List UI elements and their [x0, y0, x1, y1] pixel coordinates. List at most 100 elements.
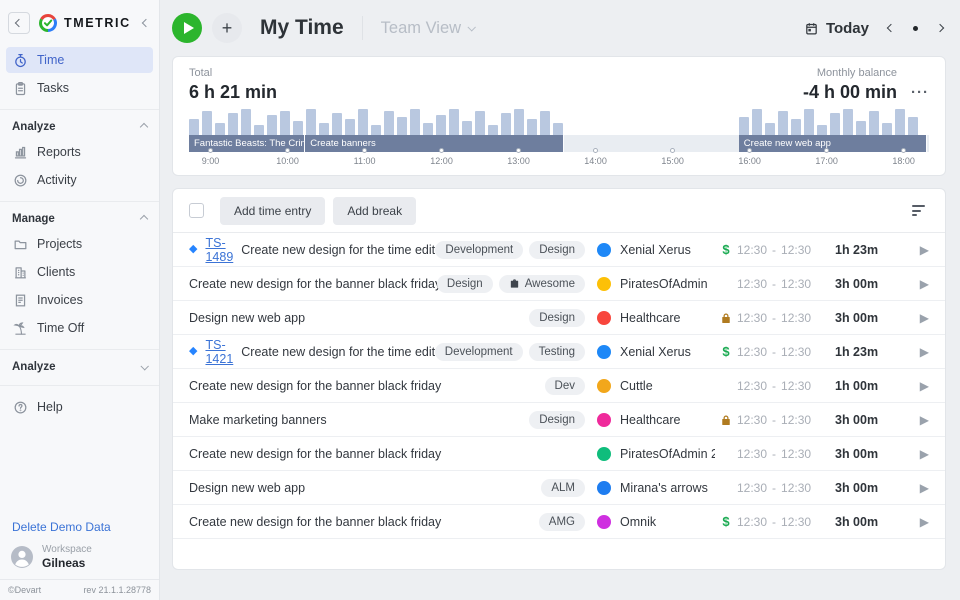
summary-menu-button[interactable]: ··· [911, 84, 929, 103]
sidebar-collapse-button[interactable] [139, 16, 153, 30]
row-play-button[interactable]: ▶ [899, 379, 929, 393]
sidebar-item-time-off[interactable]: Time Off [6, 315, 153, 341]
time-entry-row[interactable]: Create new design for the banner black f… [173, 505, 945, 539]
time-entry-row[interactable]: ◆TS-1421Create new design for the time e… [173, 335, 945, 369]
sidebar-item-activity[interactable]: Activity [6, 167, 153, 193]
end-time: 12:30 [781, 447, 811, 461]
row-play-button[interactable]: ▶ [899, 515, 929, 529]
timeline-task-segment[interactable]: Create new web app [739, 135, 928, 152]
section-header-analyze[interactable]: Analyze [0, 117, 159, 138]
activity-bar [254, 125, 264, 135]
sidebar-item-invoices[interactable]: Invoices [6, 287, 153, 313]
tag-pill[interactable]: Testing [529, 343, 585, 361]
project-cell[interactable]: PiratesOfAdmin [597, 277, 715, 291]
sort-button[interactable] [908, 201, 929, 220]
tag-pill[interactable]: Development [435, 241, 523, 259]
sidebar-item-tasks[interactable]: Tasks [6, 75, 153, 101]
next-day-button[interactable] [934, 22, 946, 34]
tag-pill[interactable]: Design [437, 275, 493, 293]
sidebar-item-reports[interactable]: Reports [6, 139, 153, 165]
delete-demo-data-link[interactable]: Delete Demo Data [0, 516, 159, 542]
project-cell[interactable]: Healthcare [597, 311, 715, 325]
row-play-button[interactable]: ▶ [899, 311, 929, 325]
sidebar-item-projects[interactable]: Projects [6, 231, 153, 257]
project-cell[interactable]: Omnik [597, 515, 715, 529]
add-time-entry-button[interactable]: Add time entry [220, 197, 325, 225]
project-cell[interactable]: PiratesOfAdmin 2 [597, 447, 715, 461]
section-header-analyze-2[interactable]: Analyze [0, 357, 159, 378]
time-range[interactable]: 12:30-12:30 [737, 447, 829, 461]
select-all-checkbox[interactable] [189, 203, 204, 218]
sidebar-item-time[interactable]: Time [6, 47, 153, 73]
row-play-button[interactable]: ▶ [899, 413, 929, 427]
tag-pill[interactable]: Development [435, 343, 523, 361]
sidebar-item-help[interactable]: Help [6, 394, 153, 420]
time-range[interactable]: 12:30-12:30 [737, 481, 829, 495]
end-time: 12:30 [781, 379, 811, 393]
tag-pill[interactable]: Design [529, 411, 585, 429]
tag-pill[interactable]: ALM [541, 479, 585, 497]
entry-meta: ALMMirana's arrows12:30-12:303h 00m▶ [541, 479, 929, 497]
entry-meta: PiratesOfAdmin 212:30-12:303h 00m▶ [585, 447, 929, 461]
time-dash: - [772, 413, 776, 427]
time-range[interactable]: 12:30-12:30 [737, 515, 829, 529]
time-entry-row[interactable]: ◆TS-1489Create new design for the time e… [173, 233, 945, 267]
row-play-button[interactable]: ▶ [899, 447, 929, 461]
time-range[interactable]: 12:30-12:30 [737, 379, 829, 393]
time-entry-row[interactable]: Create new design for the banner black f… [173, 369, 945, 403]
section-header-manage[interactable]: Manage [0, 209, 159, 230]
add-entry-plus-button[interactable]: + [212, 13, 242, 43]
section-title: Analyze [12, 121, 55, 133]
tag-pill[interactable]: Design [529, 309, 585, 327]
avatar [10, 545, 34, 569]
today-button[interactable]: Today [804, 20, 869, 37]
tag-pill[interactable]: Dev [545, 377, 585, 395]
time-range[interactable]: 12:30-12:30 [737, 311, 829, 325]
tag-label: Design [539, 244, 575, 256]
project-cell[interactable]: Cuttle [597, 379, 715, 393]
activity-bar [791, 119, 801, 135]
project-cell[interactable]: Healthcare [597, 413, 715, 427]
time-entry-row[interactable]: Make marketing bannersDesignHealthcare12… [173, 403, 945, 437]
start-time: 12:30 [737, 277, 767, 291]
time-entry-row[interactable]: Design new web appALMMirana's arrows12:3… [173, 471, 945, 505]
row-play-button[interactable]: ▶ [899, 243, 929, 257]
row-play-button[interactable]: ▶ [899, 277, 929, 291]
summary-card: Total 6 h 21 min Monthly balance -4 h 00… [172, 56, 946, 176]
tag-pill[interactable]: Design [529, 241, 585, 259]
time-range[interactable]: 12:30-12:30 [737, 277, 829, 291]
workspace-switcher[interactable]: Workspace Gilneas [0, 542, 159, 580]
current-day-dot[interactable] [913, 26, 918, 31]
time-range[interactable]: 12:30-12:30 [737, 243, 829, 257]
history-back-button[interactable] [8, 12, 30, 34]
building-icon [12, 264, 28, 280]
time-entry-row[interactable]: Create new design for the banner black f… [173, 267, 945, 301]
sidebar-item-label: Time [37, 53, 64, 67]
start-timer-button[interactable] [172, 13, 202, 43]
activity-bar [241, 109, 251, 135]
time-range[interactable]: 12:30-12:30 [737, 413, 829, 427]
add-break-button[interactable]: Add break [333, 197, 416, 225]
timeline[interactable]: Fantastic Beasts: The Crimes...Create ba… [189, 107, 929, 169]
row-play-button[interactable]: ▶ [899, 345, 929, 359]
project-cell[interactable]: Mirana's arrows [597, 481, 715, 495]
team-view-switcher[interactable]: Team View [381, 19, 474, 38]
issue-link[interactable]: TS-1489 [205, 236, 233, 264]
tag-pill[interactable]: AMG [539, 513, 585, 531]
timeline-task-segment[interactable]: Create banners [305, 135, 564, 152]
project-cell[interactable]: Xenial Xerus [597, 243, 715, 257]
issue-link[interactable]: TS-1421 [205, 338, 233, 366]
project-color-dot [597, 345, 611, 359]
sidebar-item-clients[interactable]: Clients [6, 259, 153, 285]
tag-pill[interactable]: Awesome [499, 275, 585, 293]
activity-bar [280, 111, 290, 135]
time-range[interactable]: 12:30-12:30 [737, 345, 829, 359]
duration: 1h 23m [835, 345, 899, 359]
project-cell[interactable]: Xenial Xerus [597, 345, 715, 359]
row-play-button[interactable]: ▶ [899, 481, 929, 495]
time-entry-row[interactable]: Design new web appDesignHealthcare12:30-… [173, 301, 945, 335]
prev-day-button[interactable] [885, 22, 897, 34]
time-entry-row[interactable]: Create new design for the banner black f… [173, 437, 945, 471]
activity-bar [488, 125, 498, 135]
activity-bar [804, 109, 814, 135]
